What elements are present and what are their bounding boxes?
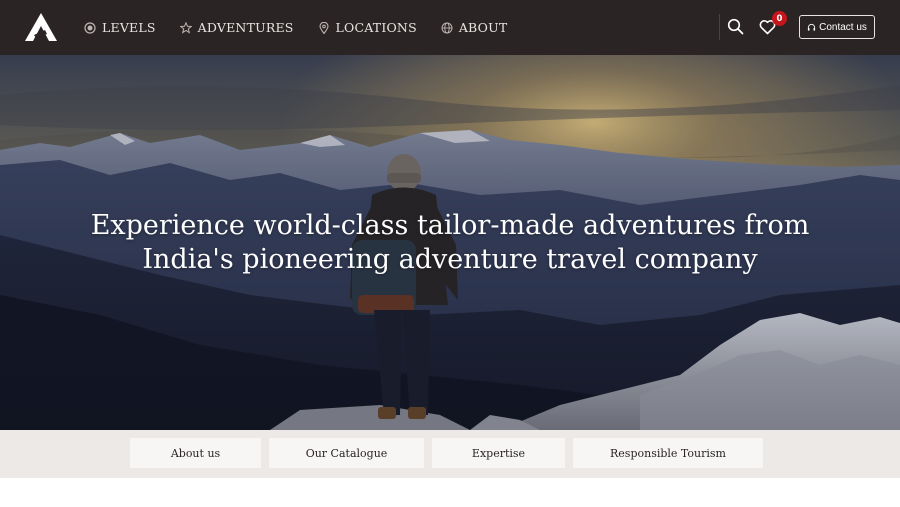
nav-about[interactable]: ABOUT bbox=[441, 20, 508, 35]
nav-locations[interactable]: LOCATIONS bbox=[318, 20, 417, 35]
wishlist-count-badge: 0 bbox=[772, 11, 787, 26]
nav-levels[interactable]: LEVELS bbox=[84, 20, 156, 35]
responsible-tourism-button[interactable]: Responsible Tourism bbox=[573, 438, 763, 468]
main-nav: LEVELS ADVENTURES LOCATIONS ABOUT bbox=[84, 0, 507, 55]
contact-button-label: Contact us bbox=[819, 21, 867, 33]
contact-button[interactable]: Contact us bbox=[799, 15, 875, 39]
headset-icon bbox=[807, 23, 816, 31]
nav-levels-label: LEVELS bbox=[102, 20, 156, 35]
hero-heading-line1: Experience world-class tailor-made adven… bbox=[90, 210, 810, 241]
map-pin-icon bbox=[318, 21, 329, 34]
top-header: LEVELS ADVENTURES LOCATIONS ABOUT 0 Cont… bbox=[0, 0, 900, 55]
our-catalogue-button[interactable]: Our Catalogue bbox=[269, 438, 424, 468]
gauge-icon bbox=[84, 21, 96, 34]
header-divider bbox=[719, 14, 720, 40]
star-icon bbox=[179, 21, 192, 34]
nav-adventures[interactable]: ADVENTURES bbox=[179, 20, 294, 35]
nav-locations-label: LOCATIONS bbox=[335, 20, 417, 35]
globe-icon bbox=[441, 22, 453, 33]
nav-adventures-label: ADVENTURES bbox=[197, 20, 294, 35]
expertise-button[interactable]: Expertise bbox=[432, 438, 565, 468]
about-us-button[interactable]: About us bbox=[130, 438, 261, 468]
hero-heading-line2: India's pioneering adventure travel comp… bbox=[142, 244, 758, 275]
hero-banner: Experience world-class tailor-made adven… bbox=[0, 55, 900, 430]
section-nav: About us Our Catalogue Expertise Respons… bbox=[0, 430, 900, 478]
search-icon[interactable] bbox=[727, 18, 744, 35]
brand-logo[interactable] bbox=[25, 13, 57, 41]
nav-about-label: ABOUT bbox=[458, 20, 508, 35]
content-area bbox=[0, 478, 900, 507]
hero-heading: Experience world-class tailor-made adven… bbox=[0, 209, 900, 277]
